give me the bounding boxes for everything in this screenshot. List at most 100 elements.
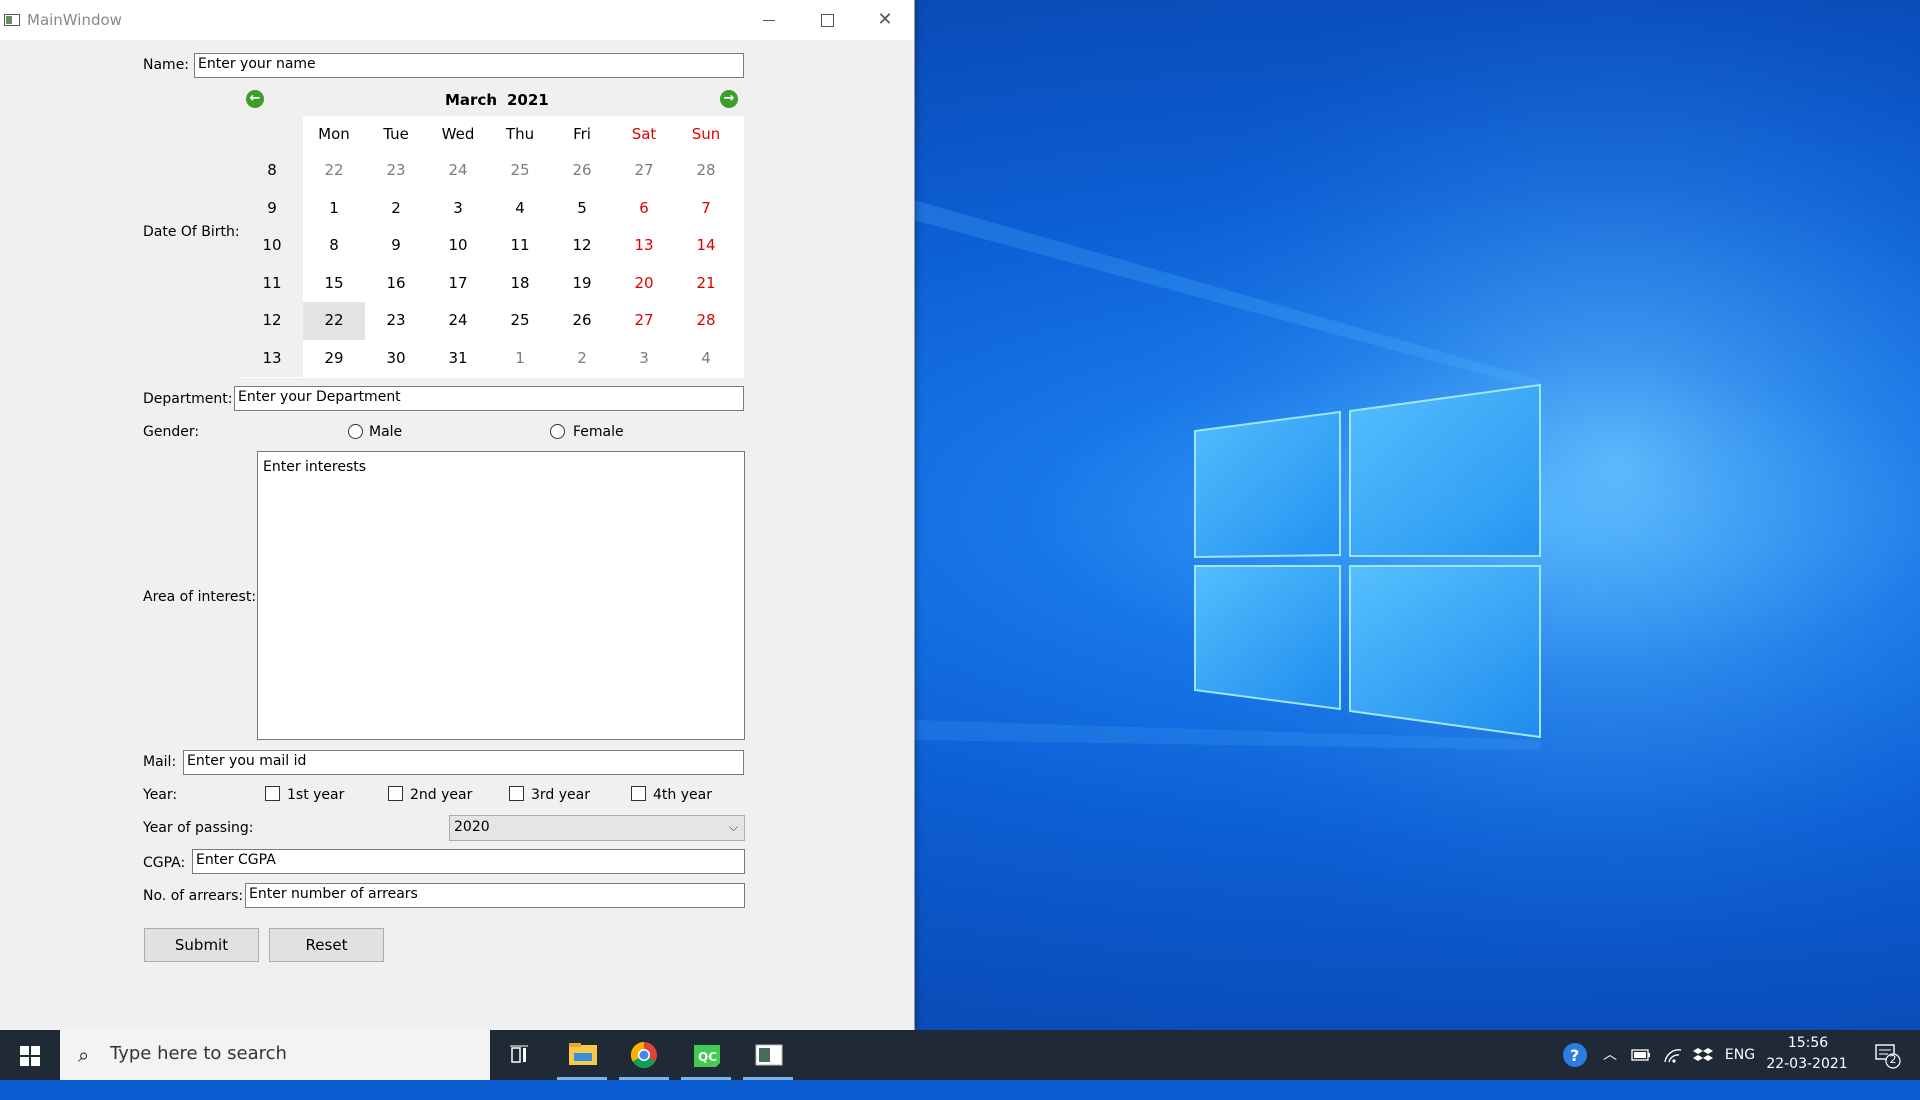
calendar-year[interactable]: 2021 <box>507 91 549 109</box>
task-view-button[interactable] <box>490 1030 550 1080</box>
calendar-day[interactable]: 24 <box>427 152 489 190</box>
calendar-day[interactable]: 10 <box>427 227 489 265</box>
calendar-day[interactable]: 2 <box>365 190 427 228</box>
calendar-day[interactable]: 29 <box>303 340 365 378</box>
calendar-day[interactable]: 12 <box>551 227 613 265</box>
maximize-button[interactable] <box>798 0 856 40</box>
arrears-input[interactable]: Enter number of arrears <box>245 883 745 908</box>
passing-year-select[interactable]: 2020 ⌵ <box>449 815 745 841</box>
file-explorer-icon <box>569 1043 597 1065</box>
calendar-day[interactable]: 22 <box>303 152 365 190</box>
male-radio-label: Male <box>369 424 403 440</box>
calendar-day[interactable]: 20 <box>613 265 675 303</box>
clock-date[interactable]: 22-03-2021 <box>1762 1056 1852 1072</box>
dropbox-icon <box>1693 1048 1713 1061</box>
calendar-day[interactable]: 6 <box>613 190 675 228</box>
name-input[interactable]: Enter your name <box>194 53 744 78</box>
chrome-button[interactable] <box>614 1030 674 1080</box>
calendar-day[interactable]: 11 <box>489 227 551 265</box>
calendar-day[interactable]: 24 <box>427 302 489 340</box>
calendar-day[interactable]: 7 <box>675 190 737 228</box>
calendar-day[interactable]: 17 <box>427 265 489 303</box>
calendar-day[interactable]: 9 <box>365 227 427 265</box>
calendar-weekday-header: Sat <box>613 119 675 149</box>
calendar-day[interactable]: 4 <box>675 340 737 378</box>
calendar-day[interactable]: 25 <box>489 152 551 190</box>
name-label: Name: <box>143 57 190 73</box>
clock-time[interactable]: 15:56 <box>1773 1035 1843 1051</box>
calendar-day[interactable]: 5 <box>551 190 613 228</box>
calendar-day[interactable]: 3 <box>427 190 489 228</box>
previous-month-button[interactable]: ← <box>246 90 264 108</box>
next-month-button[interactable]: → <box>720 90 738 108</box>
file-explorer-button[interactable] <box>552 1030 612 1080</box>
start-button[interactable] <box>0 1030 60 1080</box>
calendar-day[interactable]: 16 <box>365 265 427 303</box>
help-tray-button[interactable]: ? <box>1558 1030 1592 1080</box>
reset-button[interactable]: Reset <box>269 928 384 962</box>
calendar-day[interactable]: 18 <box>489 265 551 303</box>
female-radio[interactable] <box>550 424 565 439</box>
calendar-day[interactable]: 23 <box>365 152 427 190</box>
dob-label: Date Of Birth: <box>143 224 240 240</box>
year-3-label: 3rd year <box>531 787 590 803</box>
close-button[interactable]: ✕ <box>856 0 914 40</box>
year-3-checkbox[interactable] <box>509 786 524 801</box>
date-of-birth-calendar[interactable]: ← March ▾ 2021 → Mon Tue Wed Thu Fri Sat Sun 8 2… <box>241 84 744 378</box>
male-radio[interactable] <box>348 424 363 439</box>
interests-textarea[interactable]: Enter interests <box>257 451 745 740</box>
network-tray-button[interactable] <box>1658 1030 1688 1080</box>
calendar-day[interactable]: 2 <box>551 340 613 378</box>
calendar-day[interactable]: 1 <box>489 340 551 378</box>
calendar-week-number: 13 <box>241 339 303 377</box>
year-2-checkbox[interactable] <box>388 786 403 801</box>
calendar-day[interactable]: 26 <box>551 152 613 190</box>
calendar-day[interactable]: 15 <box>303 265 365 303</box>
minimize-button[interactable] <box>740 0 798 40</box>
maximize-icon <box>820 13 834 27</box>
calendar-day[interactable]: 31 <box>427 340 489 378</box>
calendar-day[interactable]: 4 <box>489 190 551 228</box>
calendar-day[interactable]: 28 <box>675 302 737 340</box>
app-window-icon <box>755 1044 783 1066</box>
calendar-day[interactable]: 28 <box>675 152 737 190</box>
calendar-day[interactable]: 1 <box>303 190 365 228</box>
title-bar[interactable]: MainWindow ✕ <box>0 0 914 40</box>
year-label: Year: <box>143 787 178 803</box>
close-icon: ✕ <box>877 9 893 30</box>
department-input[interactable]: Enter your Department <box>234 386 744 411</box>
submit-button[interactable]: Submit <box>144 928 259 962</box>
main-window-taskbar-button[interactable] <box>738 1030 798 1080</box>
year-4-checkbox[interactable] <box>631 786 646 801</box>
taskbar-search-box[interactable]: ⌕ Type here to search <box>60 1030 490 1080</box>
calendar-day[interactable]: 27 <box>613 302 675 340</box>
calendar-corner-cell <box>241 116 303 152</box>
language-indicator[interactable]: ENG <box>1720 1030 1760 1080</box>
calendar-day[interactable]: 27 <box>613 152 675 190</box>
arrow-right-icon: → <box>723 91 735 106</box>
action-center-button[interactable]: 2 <box>1866 1030 1906 1080</box>
cgpa-input[interactable]: Enter CGPA <box>192 849 745 874</box>
year-1-checkbox[interactable] <box>265 786 280 801</box>
dropbox-tray-button[interactable] <box>1688 1030 1718 1080</box>
calendar-day-selected[interactable]: 22 <box>303 302 365 340</box>
show-hidden-icons-button[interactable]: ︿ <box>1598 1030 1622 1080</box>
qt-creator-button[interactable]: QC <box>676 1030 736 1080</box>
calendar-day[interactable]: 21 <box>675 265 737 303</box>
calendar-day[interactable]: 8 <box>303 227 365 265</box>
calendar-weekday-header: Fri <box>551 119 613 149</box>
calendar-day[interactable]: 19 <box>551 265 613 303</box>
passing-year-value: 2020 <box>454 819 490 835</box>
calendar-day[interactable]: 30 <box>365 340 427 378</box>
calendar-day[interactable]: 26 <box>551 302 613 340</box>
calendar-day[interactable]: 3 <box>613 340 675 378</box>
calendar-day[interactable]: 25 <box>489 302 551 340</box>
year-4-label: 4th year <box>653 787 712 803</box>
calendar-day[interactable]: 13 <box>613 227 675 265</box>
battery-tray-button[interactable] <box>1626 1030 1656 1080</box>
calendar-weekday-header: Wed <box>427 119 489 149</box>
calendar-day[interactable]: 14 <box>675 227 737 265</box>
minimize-icon <box>763 19 775 21</box>
mail-input[interactable]: Enter you mail id <box>183 750 744 775</box>
calendar-day[interactable]: 23 <box>365 302 427 340</box>
